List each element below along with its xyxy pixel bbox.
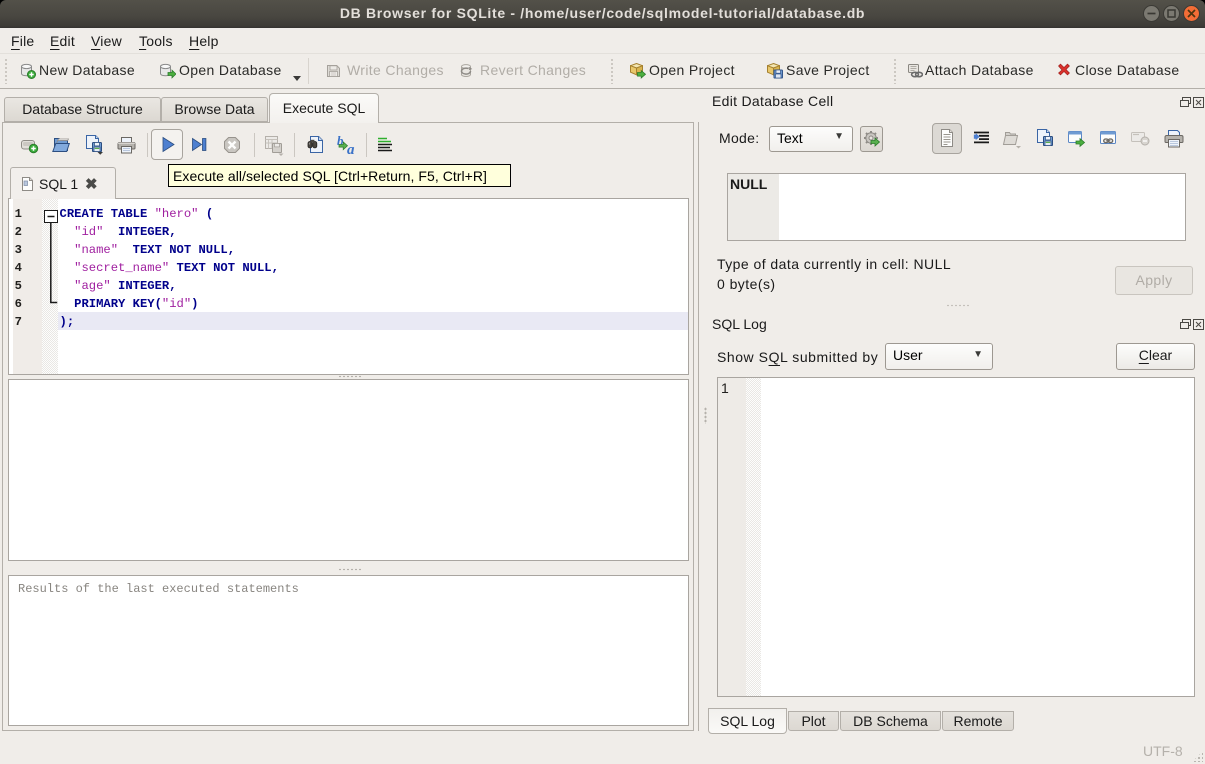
svg-text:a: a: [347, 142, 355, 155]
